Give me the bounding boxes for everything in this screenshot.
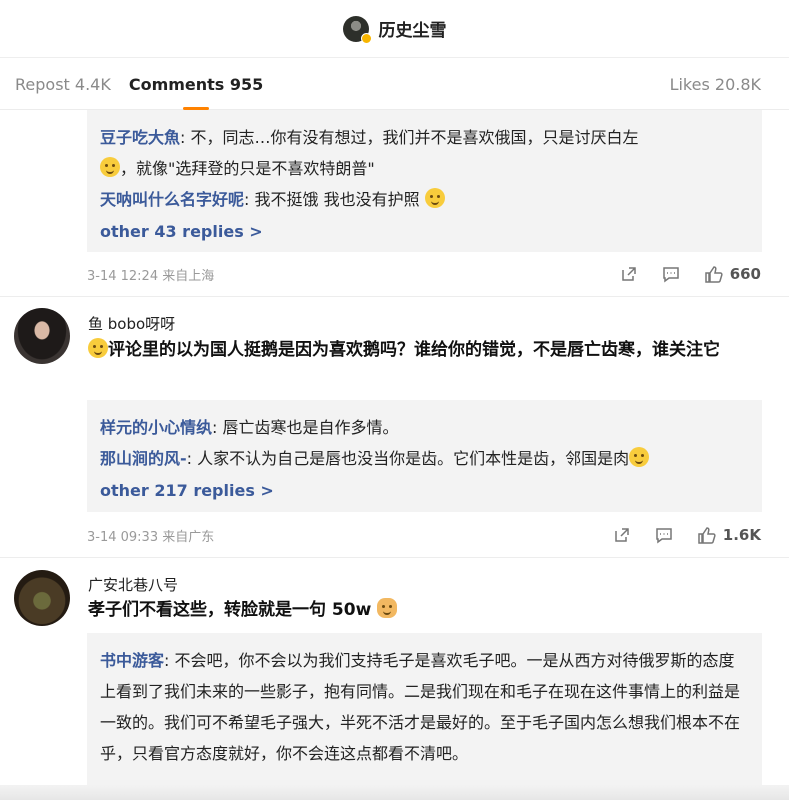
- reply-item: 那山涧的风-: 人家不认为自己是唇也没当你是齿。它们本性是齿，邻国是肉: [100, 443, 750, 474]
- reply-username[interactable]: 书中游客: [100, 651, 164, 670]
- reply-text: 不，同志…你有没有想过，我们并不是喜欢俄国，只是讨厌白左: [190, 128, 639, 147]
- tab-comments[interactable]: Comments 955: [129, 58, 263, 110]
- reply-text: 我不挺饿 我也没有护照: [254, 190, 420, 209]
- more-replies-link[interactable]: other 43 replies >: [100, 217, 263, 247]
- thumbs-up-icon: [698, 526, 716, 544]
- comment-time: 3-14 09:33 来自广东: [87, 529, 215, 545]
- comment-meta: 3-14 12:24 来自上海 660: [87, 262, 761, 286]
- comment-time: 3-14 12:24 来自上海: [87, 268, 215, 284]
- share-icon[interactable]: [620, 265, 638, 283]
- reply-username[interactable]: 天呐叫什么名字好呢: [100, 190, 244, 209]
- author-avatar[interactable]: [342, 15, 372, 44]
- more-replies-link[interactable]: other 217 replies >: [100, 476, 274, 506]
- doge-emoji-icon: [377, 598, 398, 618]
- thumbs-up-icon: [704, 265, 723, 283]
- comment-username[interactable]: 广安北巷八号: [88, 574, 178, 595]
- post-header: 历史尘雪: [0, 0, 789, 58]
- commenter-avatar[interactable]: [14, 570, 70, 626]
- reply-box: 样元的小心情纨: 唇亡齿寒也是自作多情。 那山涧的风-: 人家不认为自己是唇也没…: [87, 400, 762, 512]
- like-count: 660: [729, 265, 761, 283]
- like-count: 1.6K: [722, 526, 761, 544]
- tab-bar: Repost 4.4K Comments 955 Likes 20.8K: [0, 58, 789, 110]
- like-button[interactable]: 1.6K: [697, 526, 761, 545]
- smirk-emoji-icon: [88, 338, 108, 358]
- comment-icon[interactable]: [655, 526, 673, 544]
- tab-repost[interactable]: Repost 4.4K: [15, 73, 111, 94]
- reply-text: 唇亡齿寒也是自作多情。: [222, 418, 399, 437]
- verified-badge-icon: [360, 32, 372, 44]
- comment-username[interactable]: 鱼 bobo呀呀: [88, 313, 175, 334]
- comment-text: 评论里的以为国人挺鹅是因为喜欢鹅吗？谁给你的错觉，不是唇亡齿寒，谁关注它: [88, 336, 761, 364]
- reply-username[interactable]: 样元的小心情纨: [100, 418, 212, 437]
- reply-username[interactable]: 那山涧的风-: [100, 449, 187, 468]
- commenter-avatar[interactable]: [14, 308, 70, 364]
- laugh-cry-emoji-icon: [424, 188, 445, 208]
- reply-text: 不会吧，你不会以为我们支持毛子是喜欢毛子吧。一是从西方对待俄罗斯的态度上看到了我…: [100, 651, 741, 763]
- share-icon[interactable]: [613, 526, 631, 544]
- comment-meta: 3-14 09:33 来自广东 1.6K: [87, 523, 761, 547]
- comment-icon[interactable]: [662, 265, 680, 283]
- like-button[interactable]: 660: [704, 265, 761, 284]
- tab-likes[interactable]: Likes 20.8K: [670, 73, 761, 94]
- bottom-edge: [0, 785, 789, 800]
- reply-box: 书中游客: 不会吧，你不会以为我们支持毛子是喜欢毛子吧。一是从西方对待俄罗斯的态…: [87, 633, 762, 785]
- reply-item: 天呐叫什么名字好呢: 我不挺饿 我也没有护照: [100, 184, 750, 215]
- reply-text-cont: ，就像"选拜登的只是不喜欢特朗普": [120, 159, 375, 178]
- divider: [0, 296, 789, 297]
- comment-text: 孝子们不看这些，转脸就是一句 50w: [88, 596, 761, 624]
- reply-item: 样元的小心情纨: 唇亡齿寒也是自作多情。: [100, 418, 399, 437]
- smile-emoji-icon: [100, 157, 120, 177]
- reply-text: 人家不认为自己是唇也没当你是齿。它们本性是齿，邻国是肉: [197, 449, 630, 468]
- laugh-cry-emoji-icon: [629, 447, 650, 467]
- reply-box: 豆子吃大魚: 不，同志…你有没有想过，我们并不是喜欢俄国，只是讨厌白左 ，就像"…: [87, 110, 762, 252]
- divider: [0, 557, 789, 558]
- reply-item: 书中游客: 不会吧，你不会以为我们支持毛子是喜欢毛子吧。一是从西方对待俄罗斯的态…: [100, 651, 741, 763]
- reply-username[interactable]: 豆子吃大魚: [100, 128, 180, 147]
- author-name[interactable]: 历史尘雪: [379, 16, 447, 41]
- tab-comments-label: Comments 955: [128, 74, 264, 94]
- reply-item: 豆子吃大魚: 不，同志…你有没有想过，我们并不是喜欢俄国，只是讨厌白左 ，就像"…: [100, 128, 639, 178]
